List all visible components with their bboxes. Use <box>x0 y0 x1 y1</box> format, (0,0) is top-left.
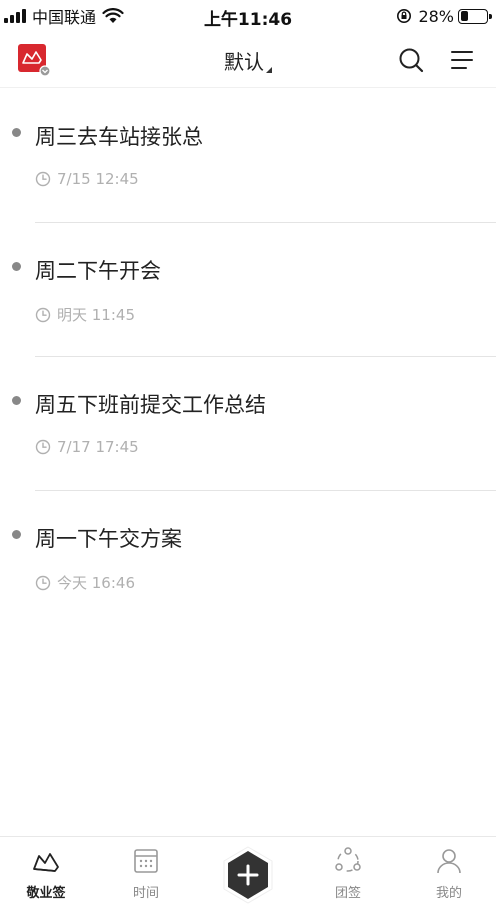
jingyeqian-icon <box>33 853 59 872</box>
task-list: 周三去车站接张总 7/15 12:45 周二下午开会 明天 11:45 周五下班… <box>0 89 496 625</box>
tab-team[interactable]: 团签 <box>298 837 398 905</box>
task-reminder: 明天 11:45 <box>35 304 135 325</box>
task-item[interactable]: 周二下午开会 明天 11:45 <box>0 223 496 357</box>
search-icon[interactable] <box>397 46 425 74</box>
app-header: 默认 <box>0 32 496 88</box>
task-time: 明天 11:45 <box>57 306 135 324</box>
task-time: 7/17 17:45 <box>57 438 139 456</box>
task-time: 7/15 12:45 <box>57 170 139 188</box>
tab-label: 敬业签 <box>26 886 66 901</box>
add-button[interactable] <box>222 846 274 904</box>
battery-fill <box>460 11 468 21</box>
tab-jingyeqian[interactable]: 敬业签 <box>0 837 96 905</box>
task-item[interactable]: 周一下午交方案 今天 16:46 <box>0 491 496 625</box>
clock-icon <box>35 307 51 322</box>
tab-mine[interactable]: 我的 <box>399 837 496 905</box>
task-item[interactable]: 周五下班前提交工作总结 7/17 17:45 <box>0 357 496 491</box>
task-title: 周五下班前提交工作总结 <box>35 393 266 417</box>
clock-icon <box>35 575 51 590</box>
status-right: 28% <box>396 6 492 26</box>
task-title: 周二下午开会 <box>35 259 161 283</box>
calendar-icon <box>134 849 158 873</box>
task-bullet <box>12 128 21 137</box>
tab-label: 团签 <box>334 886 361 901</box>
battery-percent: 28% <box>418 6 454 26</box>
task-time: 今天 16:46 <box>57 574 135 592</box>
rotation-lock-icon <box>397 9 412 23</box>
task-reminder: 7/17 17:45 <box>35 438 139 456</box>
user-icon <box>437 849 461 874</box>
task-bullet <box>12 262 21 271</box>
task-bullet <box>12 396 21 405</box>
clock-icon <box>35 171 51 187</box>
menu-icon[interactable] <box>449 46 475 74</box>
task-title: 周一下午交方案 <box>35 527 182 551</box>
task-bullet <box>12 530 21 539</box>
task-reminder: 7/15 12:45 <box>35 170 139 188</box>
dropdown-caret-icon <box>266 67 272 73</box>
task-title: 周三去车站接张总 <box>35 125 203 149</box>
battery-icon <box>458 8 492 24</box>
task-reminder: 今天 16:46 <box>35 572 135 593</box>
clock-icon <box>35 439 51 455</box>
status-bar: 中国联通 上午11:46 28% <box>0 0 496 32</box>
task-item[interactable]: 周三去车站接张总 7/15 12:45 <box>0 89 496 223</box>
tab-time[interactable]: 时间 <box>96 837 196 905</box>
header-title: 默认 <box>224 50 264 74</box>
team-icon <box>335 847 361 872</box>
tab-label: 时间 <box>132 886 159 901</box>
tab-label: 我的 <box>435 886 462 901</box>
